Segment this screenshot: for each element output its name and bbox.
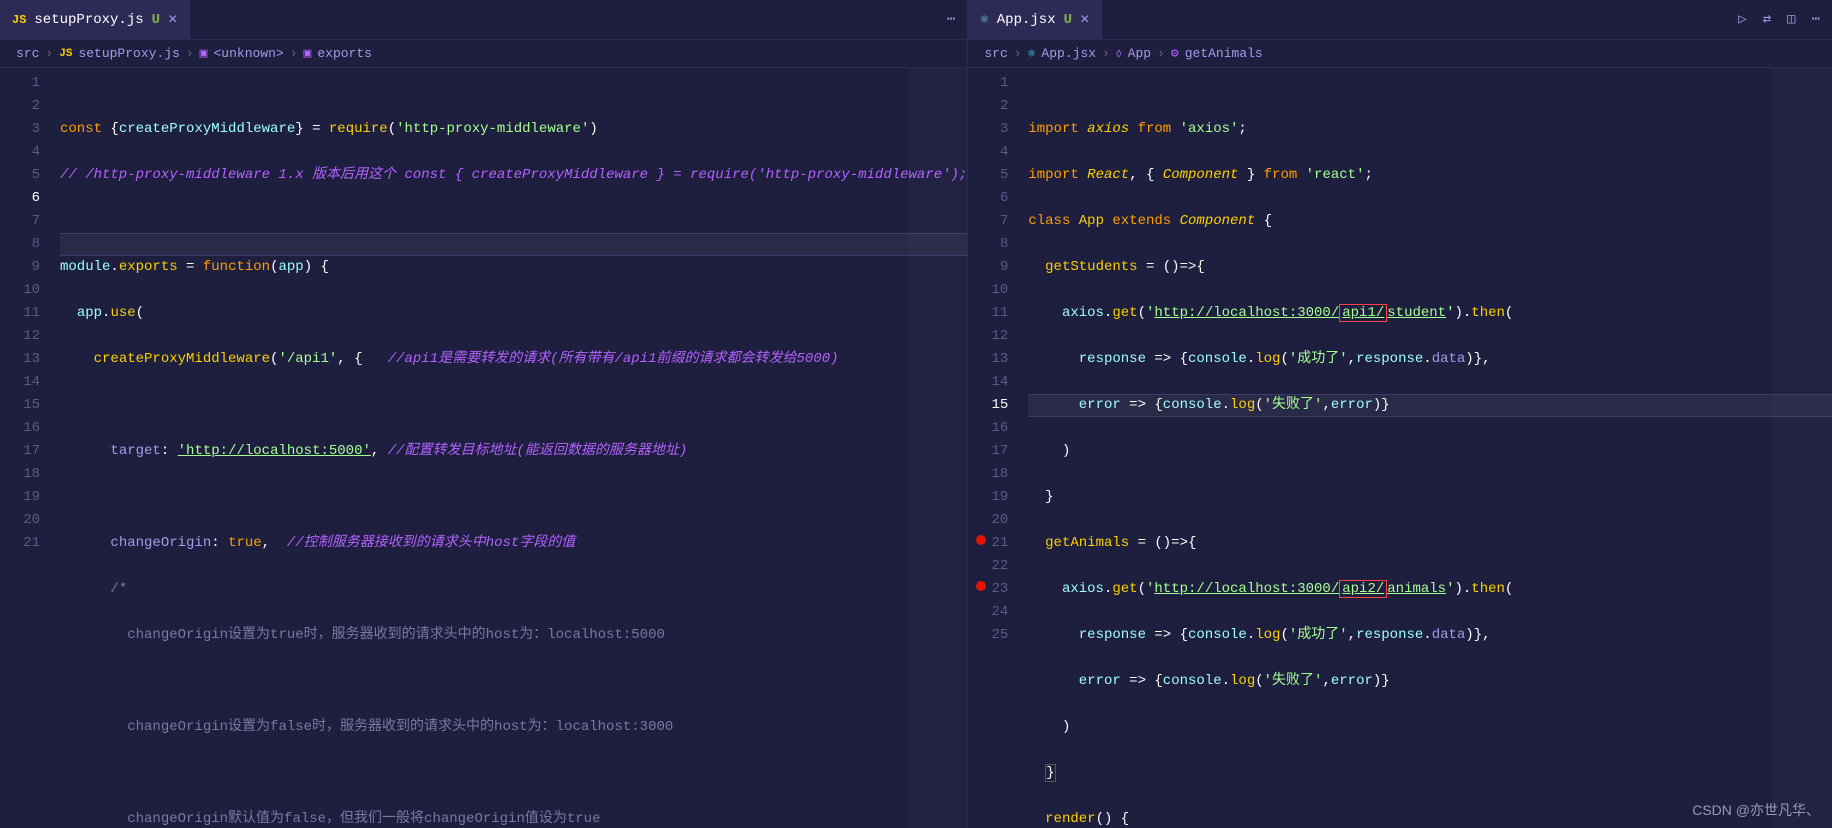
crumb-symbol[interactable]: App — [1128, 46, 1151, 61]
react-file-icon: ⚛ — [1028, 46, 1036, 61]
crumb-folder[interactable]: src — [984, 46, 1007, 61]
right-line-gutter: 1234567891011121314151617181920212223242… — [968, 68, 1028, 828]
left-editor-pane: JS setupProxy.js U × ⋯ src › JS setupPro… — [0, 0, 968, 828]
js-file-icon: JS — [59, 48, 72, 60]
chevron-right-icon: › — [1102, 46, 1110, 61]
js-file-icon: JS — [12, 13, 26, 27]
crumb-symbol[interactable]: getAnimals — [1185, 46, 1263, 61]
right-code-editor[interactable]: 1234567891011121314151617181920212223242… — [968, 68, 1832, 828]
method-icon: ⚙ — [1171, 46, 1179, 61]
minimap[interactable] — [907, 68, 967, 828]
crumb-folder[interactable]: src — [16, 46, 39, 61]
symbol-icon: ▣ — [304, 46, 312, 61]
minimap[interactable] — [1772, 68, 1832, 828]
chevron-right-icon: › — [45, 46, 53, 61]
left-breadcrumbs[interactable]: src › JS setupProxy.js › ▣ <unknown> › ▣… — [0, 40, 967, 68]
right-code[interactable]: import axios from 'axios'; import React,… — [1028, 68, 1832, 828]
crumb-file[interactable]: setupProxy.js — [78, 46, 179, 61]
run-icon[interactable]: ▷ — [1738, 11, 1746, 28]
chevron-right-icon: › — [186, 46, 194, 61]
tab-modified-indicator: U — [152, 12, 160, 28]
tab-appjsx[interactable]: ⚛ App.jsx U × — [968, 0, 1102, 39]
crumb-symbol[interactable]: <unknown> — [213, 46, 283, 61]
close-icon[interactable]: × — [1080, 11, 1090, 29]
more-icon[interactable]: ⋯ — [1812, 11, 1820, 28]
watermark: CSDN @亦世凡华、 — [1692, 800, 1820, 820]
right-breadcrumbs[interactable]: src › ⚛ App.jsx › ⬨ App › ⚙ getAnimals — [968, 40, 1832, 68]
split-icon[interactable]: ◫ — [1787, 11, 1795, 28]
compare-icon[interactable]: ⇄ — [1763, 11, 1771, 28]
symbol-icon: ▣ — [200, 46, 208, 61]
tab-filename: App.jsx — [997, 12, 1056, 28]
class-icon: ⬨ — [1116, 46, 1122, 61]
right-editor-pane: ⚛ App.jsx U × ▷ ⇄ ◫ ⋯ src › ⚛ App.jsx › … — [968, 0, 1832, 828]
left-code-editor[interactable]: 123456789101112131415161718192021 const … — [0, 68, 967, 828]
left-tabs: JS setupProxy.js U × ⋯ — [0, 0, 967, 40]
tab-modified-indicator: U — [1064, 12, 1072, 28]
left-code[interactable]: const {createProxyMiddleware} = require(… — [60, 68, 967, 828]
tab-setupproxy[interactable]: JS setupProxy.js U × — [0, 0, 191, 39]
more-icon[interactable]: ⋯ — [947, 11, 955, 28]
tab-filename: setupProxy.js — [34, 12, 143, 28]
crumb-symbol[interactable]: exports — [317, 46, 372, 61]
chevron-right-icon: › — [1157, 46, 1165, 61]
chevron-right-icon: › — [1014, 46, 1022, 61]
left-line-gutter: 123456789101112131415161718192021 — [0, 68, 60, 828]
crumb-file[interactable]: App.jsx — [1041, 46, 1096, 61]
react-file-icon: ⚛ — [980, 11, 988, 28]
right-tabs: ⚛ App.jsx U × ▷ ⇄ ◫ ⋯ — [968, 0, 1832, 40]
chevron-right-icon: › — [290, 46, 298, 61]
close-icon[interactable]: × — [168, 11, 178, 29]
